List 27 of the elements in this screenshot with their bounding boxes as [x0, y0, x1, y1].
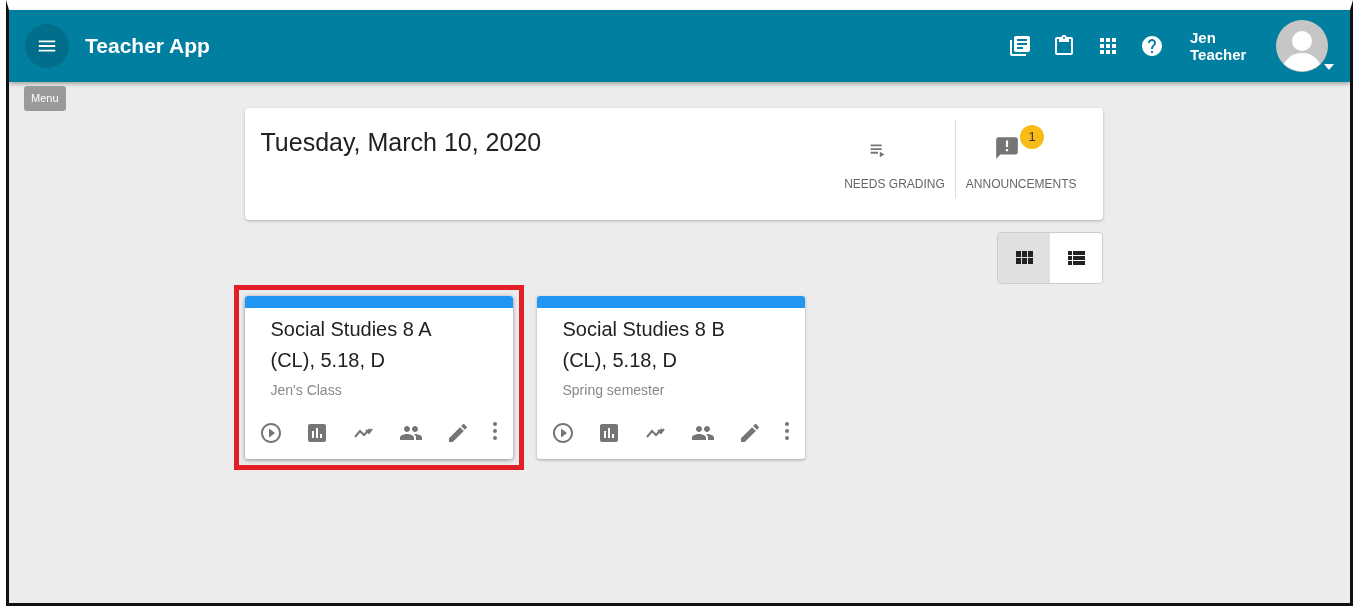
- menu-button[interactable]: [25, 24, 69, 68]
- avatar-button[interactable]: [1276, 20, 1334, 72]
- caret-icon: [1324, 64, 1334, 70]
- date-heading: Tuesday, March 10, 2020: [260, 127, 542, 158]
- avatar-icon: [1276, 20, 1328, 72]
- class-title: Social Studies 8 A (CL), 5.18, D: [270, 317, 433, 373]
- library-books-icon: [1008, 34, 1032, 58]
- class-title: Social Studies 8 B (CL), 5.18, D: [562, 317, 726, 373]
- clipboard-icon: [1052, 34, 1076, 58]
- user-name: Jen Teacher: [1190, 28, 1248, 64]
- count-badge: 1: [1020, 125, 1045, 149]
- more-vert-icon: [492, 421, 499, 441]
- class-subtitle: Jen's Class: [270, 381, 343, 400]
- announcement-icon: [994, 135, 1021, 161]
- help-icon: [1140, 34, 1164, 58]
- class-card[interactable]: Social Studies 8 B (CL), 5.18, D Spring semester: [536, 296, 805, 459]
- more-vert-icon: [784, 421, 791, 441]
- needs-grading-button[interactable]: NEEDS GRADING: [834, 125, 955, 193]
- announcements-button[interactable]: 1 ANNOUNCEMENTS: [955, 125, 1087, 193]
- grid-view-button[interactable]: [997, 233, 1050, 283]
- menu-tooltip: Menu: [24, 86, 66, 111]
- app-title: Teacher App: [85, 33, 210, 60]
- list-view-button[interactable]: [1049, 233, 1102, 283]
- class-subtitle: Spring semester: [562, 381, 666, 400]
- class-card[interactable]: Social Studies 8 A (CL), 5.18, D Jen's Class: [244, 296, 513, 459]
- play-button[interactable]: [550, 421, 575, 445]
- play-button[interactable]: [258, 421, 283, 445]
